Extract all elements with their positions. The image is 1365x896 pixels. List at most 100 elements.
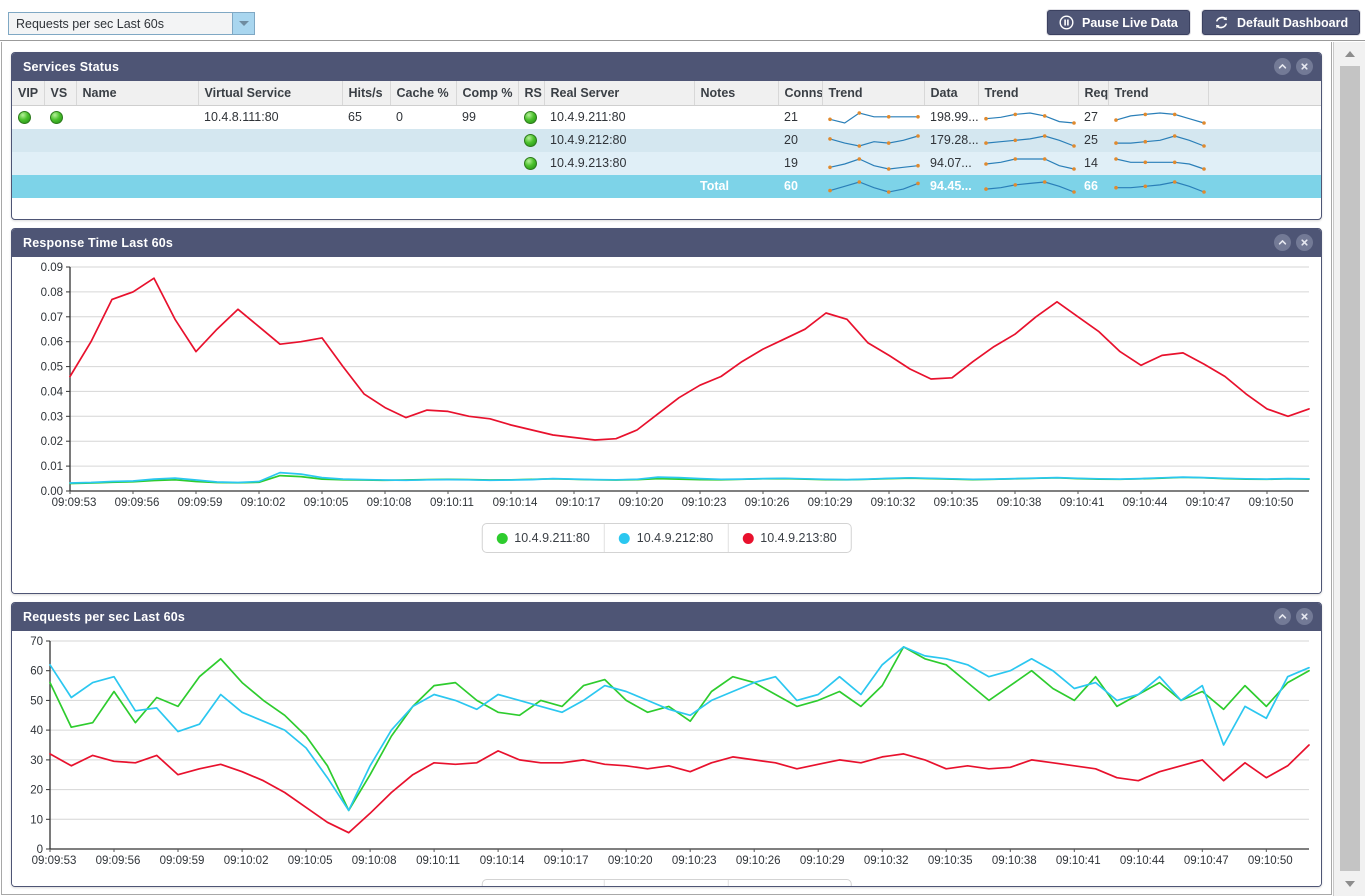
x-tick-label: 09:10:38 bbox=[997, 497, 1042, 509]
legend-item[interactable]: 10.4.9.212:80 bbox=[605, 524, 729, 552]
default-dashboard-button[interactable]: Default Dashboard bbox=[1202, 10, 1361, 35]
cell-vip bbox=[12, 105, 44, 129]
legend-item[interactable]: 10.4.9.211:80 bbox=[482, 880, 605, 886]
th-name[interactable]: Name bbox=[76, 81, 199, 106]
panel-response-title: Response Time Last 60s bbox=[23, 236, 174, 250]
x-tick-label: 09:10:23 bbox=[672, 855, 717, 867]
legend-item[interactable]: 10.4.9.212:80 bbox=[605, 880, 729, 886]
cell-conns: 19 bbox=[784, 156, 798, 170]
legend-item[interactable]: 10.4.9.213:80 bbox=[728, 524, 850, 552]
cell-vs bbox=[44, 129, 76, 152]
cell-cache bbox=[390, 129, 456, 152]
cell-comp bbox=[456, 129, 518, 152]
y-tick-label: 0.06 bbox=[41, 337, 63, 349]
cell-cache bbox=[390, 175, 456, 198]
panel-response-time: Response Time Last 60s 0.00 0.01 0.02 0.03 0… bbox=[11, 228, 1322, 594]
th-conns-trend[interactable]: Trend bbox=[822, 81, 925, 106]
response-time-chart: 0.000.010.020.030.040.050.060.070.080.09… bbox=[41, 262, 1310, 509]
cell-data: 179.28... bbox=[930, 133, 978, 147]
dashboard-view-select[interactable]: Requests per sec Last 60s bbox=[8, 12, 255, 35]
th-reqs-trend[interactable]: Trend bbox=[1108, 81, 1209, 106]
page-scrollbar[interactable] bbox=[1333, 42, 1365, 896]
th-notes[interactable]: Notes bbox=[694, 81, 779, 106]
th-rs[interactable]: RS bbox=[518, 81, 545, 106]
requests-per-sec-chart: 01020304050607009:09:53 09:09:56 09:09:59 0… bbox=[30, 636, 1310, 867]
chart-series-line bbox=[49, 646, 1310, 812]
close-icon[interactable] bbox=[1296, 58, 1313, 75]
table-row[interactable]: 10.4.9.213:80 19 94.07... 14 bbox=[12, 151, 1321, 175]
table-row-total[interactable]: Total 60 94.45... 66 bbox=[12, 174, 1321, 198]
legend-label: 10.4.9.211:80 bbox=[514, 531, 590, 545]
cell-hits bbox=[342, 129, 390, 152]
cell-hits: 65 bbox=[348, 110, 362, 124]
x-tick-label: 09:09:59 bbox=[160, 855, 205, 867]
cell-virtual-service bbox=[198, 129, 342, 152]
scrollbar-thumb[interactable] bbox=[1340, 66, 1360, 871]
panel-services-status: Services Status VIP VS Name Virtual Serv… bbox=[11, 52, 1322, 220]
y-tick-label: 0.05 bbox=[41, 362, 63, 374]
panel-requests-header: Requests per sec Last 60s bbox=[12, 603, 1321, 631]
pause-live-data-button[interactable]: Pause Live Data bbox=[1047, 10, 1190, 35]
chevron-down-icon[interactable] bbox=[232, 13, 254, 34]
cell-notes bbox=[694, 105, 778, 129]
cell-reqs: 27 bbox=[1084, 110, 1098, 124]
legend-item[interactable]: 10.4.9.211:80 bbox=[482, 524, 605, 552]
x-tick-label: 09:10:29 bbox=[808, 497, 853, 509]
x-tick-label: 09:10:08 bbox=[367, 497, 412, 509]
x-tick-label: 09:10:26 bbox=[745, 497, 790, 509]
th-comp[interactable]: Comp % bbox=[456, 81, 519, 106]
table-row[interactable]: 10.4.9.212:80 20 179.28... 25 bbox=[12, 128, 1321, 152]
cell-reqs: 66 bbox=[1084, 179, 1098, 193]
chevron-up-icon[interactable] bbox=[1274, 608, 1291, 625]
panel-requests-body: 0 10 20 30 40 50 60 70 09:09:53 09:09:56 09:09:59 0… bbox=[12, 631, 1321, 886]
y-tick-label: 0.01 bbox=[41, 461, 63, 473]
cell-vs bbox=[44, 105, 76, 129]
th-vs[interactable]: VS bbox=[44, 81, 77, 106]
x-tick-label: 09:10:02 bbox=[241, 497, 286, 509]
cell-virtual-service: 10.4.8.111:80 bbox=[204, 110, 279, 124]
cell-rs bbox=[518, 152, 544, 175]
x-tick-label: 09:10:20 bbox=[608, 855, 653, 867]
x-tick-label: 09:10:05 bbox=[304, 497, 349, 509]
th-data[interactable]: Data bbox=[924, 81, 979, 106]
chart-series-line bbox=[69, 471, 1310, 484]
th-real-server[interactable]: Real Server bbox=[544, 81, 695, 106]
status-led bbox=[18, 111, 31, 125]
x-tick-label: 09:10:41 bbox=[1056, 855, 1101, 867]
dashboard-view-select-value: Requests per sec Last 60s bbox=[16, 16, 164, 31]
table-row[interactable]: 10.4.8.111:80 65 0 99 10.4.9.211:80 21 198.99.… bbox=[12, 105, 1321, 129]
cell-name bbox=[76, 152, 198, 175]
caret-up-icon[interactable] bbox=[1339, 44, 1361, 64]
panel-requests-title: Requests per sec Last 60s bbox=[23, 610, 186, 624]
cell-virtual-service bbox=[198, 152, 342, 175]
th-reqs[interactable]: Req/s bbox=[1078, 81, 1109, 106]
th-cache[interactable]: Cache % bbox=[390, 81, 457, 106]
panel-response-actions bbox=[1274, 234, 1313, 251]
chevron-up-icon[interactable] bbox=[1274, 234, 1291, 251]
chevron-up-icon[interactable] bbox=[1274, 58, 1291, 75]
cell-reqs-trend bbox=[1108, 152, 1208, 175]
x-tick-label: 09:10:50 bbox=[1248, 855, 1293, 867]
th-spacer bbox=[1208, 81, 1321, 106]
caret-down-icon[interactable] bbox=[1339, 874, 1361, 894]
cell-data: 94.45... bbox=[930, 179, 972, 193]
legend-item[interactable]: 10.4.9.213:80 bbox=[728, 880, 850, 886]
cell-conns-trend bbox=[822, 152, 924, 175]
panel-services-title: Services Status bbox=[23, 60, 120, 74]
cell-spacer bbox=[1208, 129, 1321, 152]
chart-series-line bbox=[49, 646, 1310, 812]
close-icon[interactable] bbox=[1296, 234, 1313, 251]
x-tick-label: 09:09:56 bbox=[115, 497, 160, 509]
th-conns[interactable]: Conns bbox=[778, 81, 823, 106]
th-data-trend[interactable]: Trend bbox=[978, 81, 1079, 106]
th-vip[interactable]: VIP bbox=[12, 81, 45, 106]
close-icon[interactable] bbox=[1296, 608, 1313, 625]
cell-real-server: 10.4.9.211:80 bbox=[550, 110, 626, 124]
y-tick-label: 60 bbox=[30, 666, 43, 678]
th-virtual-service[interactable]: Virtual Service bbox=[198, 81, 343, 106]
cell-conns: 21 bbox=[784, 110, 798, 124]
th-hits[interactable]: Hits/s bbox=[342, 81, 391, 106]
x-tick-label: 09:10:41 bbox=[1060, 497, 1105, 509]
y-tick-label: 0.09 bbox=[41, 262, 63, 274]
refresh-icon bbox=[1214, 15, 1229, 30]
